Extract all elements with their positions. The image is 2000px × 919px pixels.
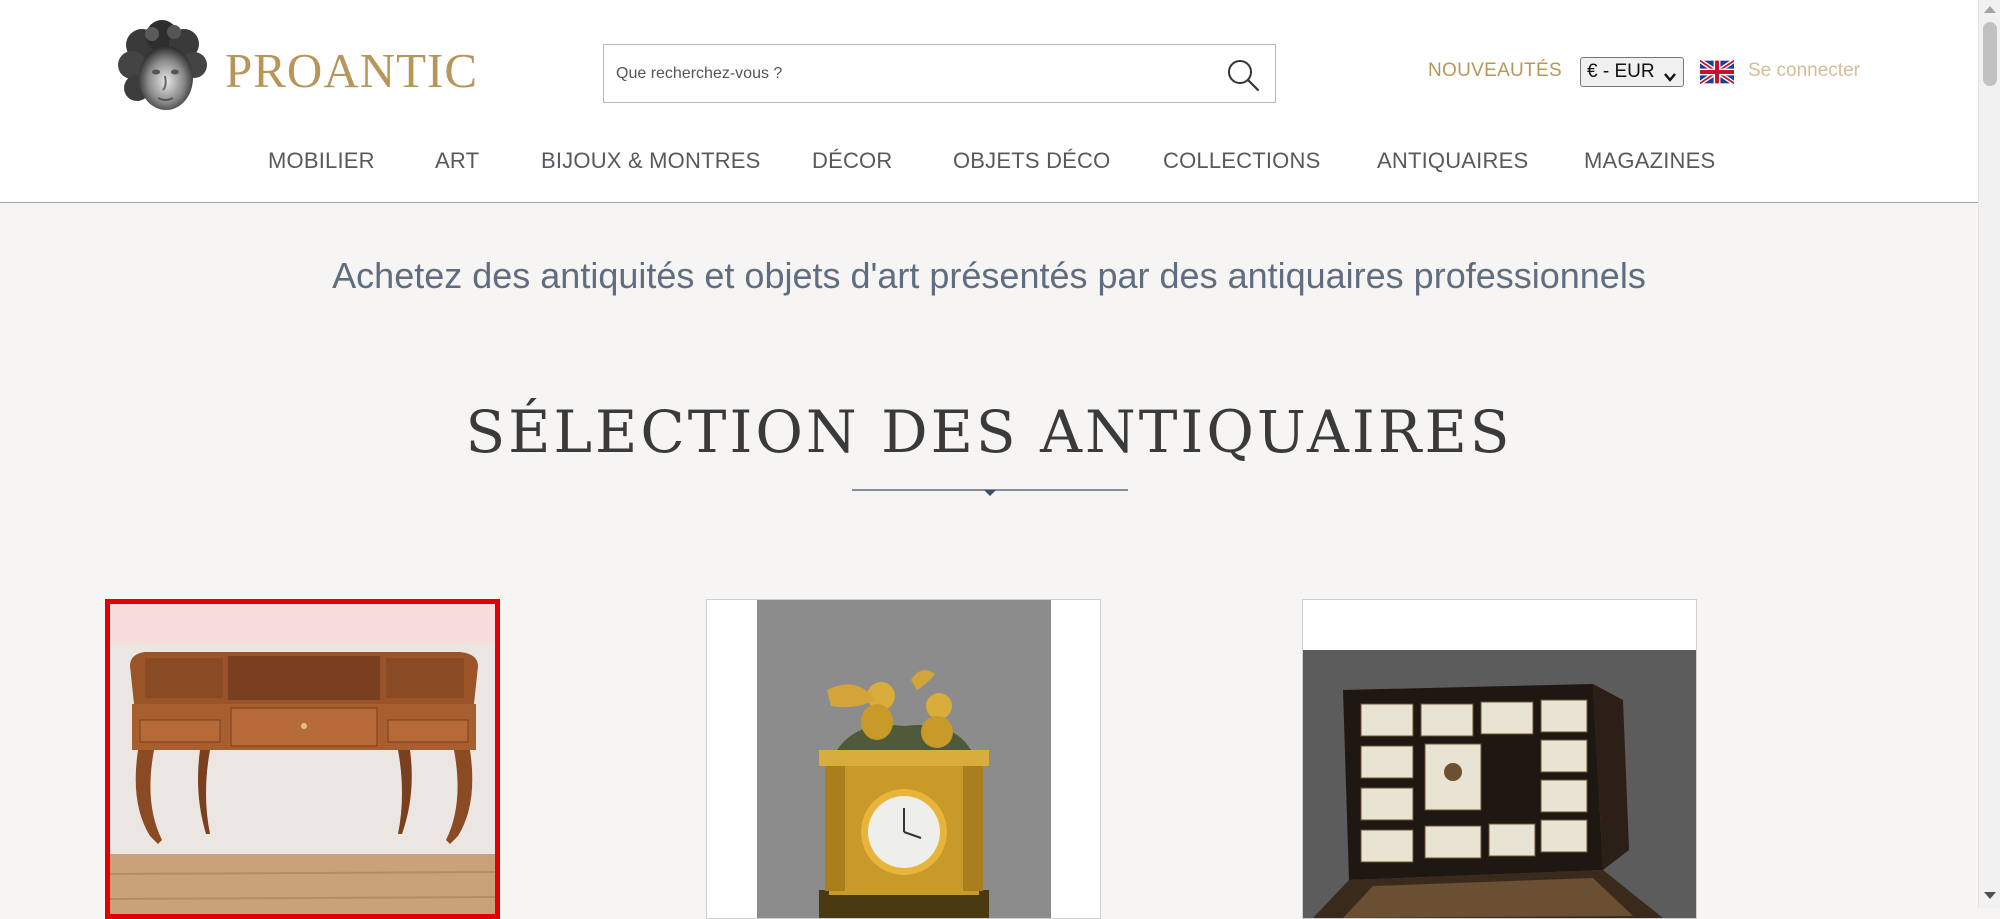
new-arrivals-link[interactable]: NOUVEAUTÉS xyxy=(1428,60,1562,82)
search-box xyxy=(603,44,1276,103)
product-card[interactable] xyxy=(1302,599,1697,919)
cherub-head-icon[interactable] xyxy=(112,20,212,120)
currency-selected-value: € - EUR xyxy=(1587,61,1655,82)
nav-item-mobilier[interactable]: MOBILIER xyxy=(268,148,375,174)
product-image xyxy=(707,600,1100,918)
nav-item-collections[interactable]: COLLECTIONS xyxy=(1163,148,1320,174)
nav-item-objets-deco[interactable]: OBJETS DÉCO xyxy=(953,148,1110,174)
product-image xyxy=(1303,600,1696,918)
search-icon[interactable] xyxy=(1225,57,1261,93)
nav-item-antiquaires[interactable]: ANTIQUAIRES xyxy=(1377,148,1528,174)
site-logo-text[interactable]: PROANTIC xyxy=(225,42,478,99)
product-image xyxy=(110,604,495,914)
login-link[interactable]: Se connecter xyxy=(1748,60,1860,82)
scroll-up-arrow-icon[interactable] xyxy=(1984,6,1996,13)
title-divider xyxy=(852,482,1128,498)
search-input[interactable] xyxy=(604,45,1204,102)
product-card[interactable] xyxy=(105,599,500,919)
uk-flag-icon[interactable] xyxy=(1698,58,1736,86)
chevron-down-icon xyxy=(1663,65,1677,93)
nav-item-art[interactable]: ART xyxy=(435,148,479,174)
scroll-down-arrow-icon[interactable] xyxy=(1984,892,1996,899)
nav-item-decor[interactable]: DÉCOR xyxy=(812,148,892,174)
product-card[interactable] xyxy=(706,599,1101,919)
nav-item-bijoux-montres[interactable]: BIJOUX & MONTRES xyxy=(541,148,761,174)
nav-item-magazines[interactable]: MAGAZINES xyxy=(1584,148,1715,174)
scrollbar-thumb[interactable] xyxy=(1983,22,1997,86)
main-navigation: MOBILIER ART BIJOUX & MONTRES DÉCOR OBJE… xyxy=(0,148,1978,178)
page-scrollbar[interactable] xyxy=(1978,0,2000,908)
section-title: SÉLECTION DES ANTIQUAIRES xyxy=(465,398,1513,466)
page-tagline: Achetez des antiquités et objets d'art p… xyxy=(332,255,1646,296)
currency-select[interactable]: € - EUR xyxy=(1580,57,1684,87)
site-header: PROANTIC NOUVEAUTÉS € - EUR Se connecter… xyxy=(0,0,1978,203)
